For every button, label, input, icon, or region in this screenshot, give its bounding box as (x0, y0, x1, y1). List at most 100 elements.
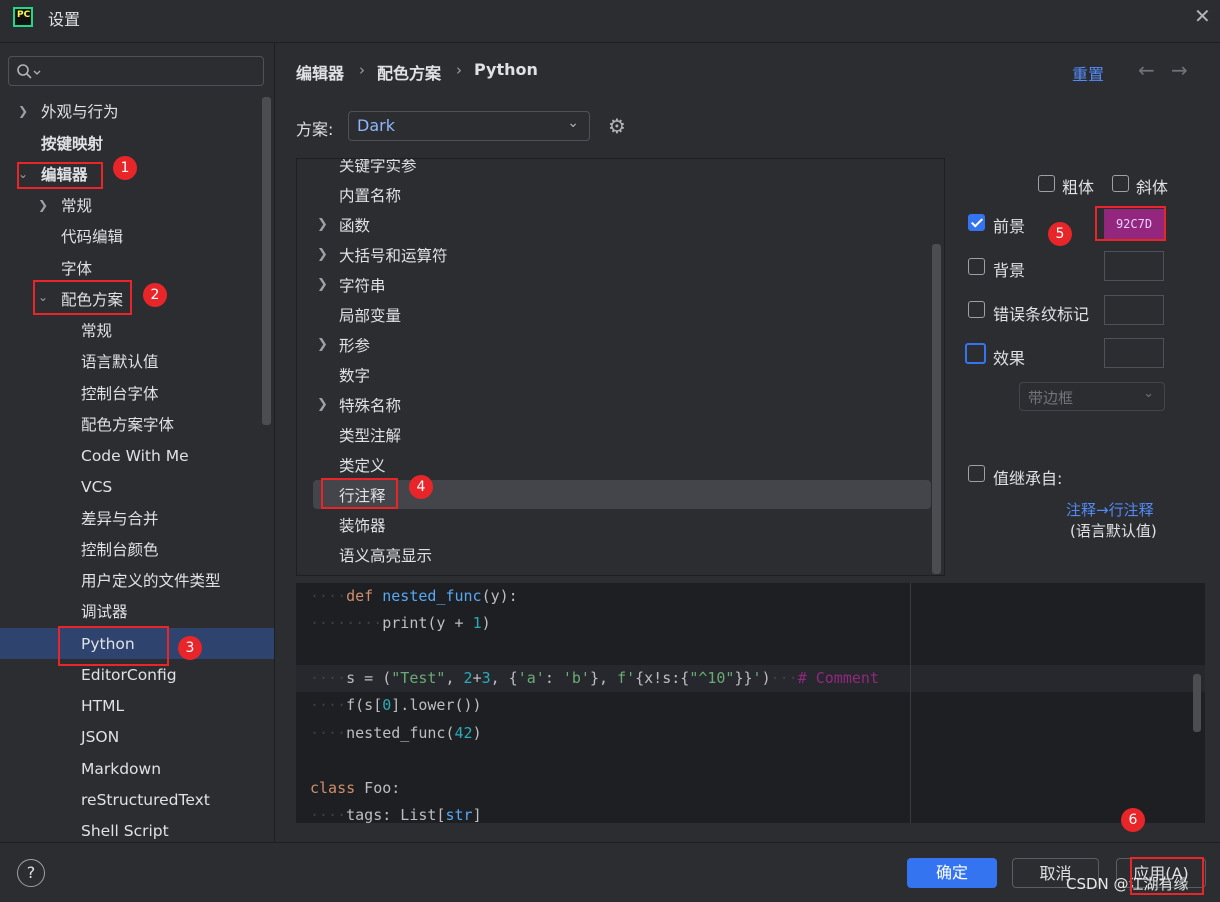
annotation-badge: 2 (143, 283, 167, 307)
annotation-box (1095, 206, 1166, 241)
sidebar-item-console-font[interactable]: 控制台字体 (81, 379, 159, 409)
divider (0, 42, 1220, 43)
effects-checkbox[interactable] (965, 343, 986, 364)
code-line: ····s = ("Test", 2+3, {'a': 'b'}, f'{x!s… (310, 669, 879, 687)
forward-arrow-icon[interactable]: → (1171, 58, 1188, 82)
annotation-badge: 3 (178, 636, 202, 660)
inherit-source-link[interactable]: 注释→行注释 (1066, 499, 1154, 520)
close-icon[interactable]: ✕ (1194, 4, 1211, 28)
scheme-label: 方案: (296, 120, 334, 139)
effects-color-swatch[interactable] (1104, 338, 1164, 368)
background-checkbox[interactable] (968, 258, 985, 275)
italic-label: 斜体 (1136, 178, 1169, 197)
tree-item-builtin-name[interactable]: 内置名称 (339, 181, 401, 211)
annotation-badge: 6 (1121, 808, 1145, 832)
code-line: ····tags: List[str] (310, 806, 482, 823)
bold-checkbox[interactable] (1038, 175, 1055, 192)
search-input[interactable] (8, 56, 264, 86)
reset-link[interactable]: 重置 (1072, 61, 1104, 85)
code-line: ····def nested_func(y): (310, 587, 518, 605)
sidebar-item-user-file-types[interactable]: 用户定义的文件类型 (81, 566, 221, 596)
breadcrumb-color-scheme[interactable]: 配色方案 (377, 60, 441, 84)
sidebar-item-scheme-font[interactable]: 配色方案字体 (81, 410, 174, 440)
sidebar-divider (274, 43, 275, 842)
gear-icon[interactable]: ⚙ (608, 114, 626, 138)
annotation-badge: 1 (113, 156, 137, 180)
tree-item-function[interactable]: 函数 (339, 211, 370, 241)
title-bar: PC 设置 ✕ (0, 0, 1220, 36)
chevron-right-icon[interactable]: ❯ (317, 397, 328, 412)
tree-item-string[interactable]: 字符串 (339, 271, 386, 301)
sidebar-item-scheme-general[interactable]: 常规 (81, 316, 112, 346)
foreground-label: 前景 (993, 217, 1026, 236)
tree-item-braces-operators[interactable]: 大括号和运算符 (339, 241, 448, 271)
sidebar-item-json[interactable]: JSON (81, 722, 119, 752)
error-stripe-checkbox[interactable] (968, 301, 985, 318)
attribute-tree: 关键字实参 内置名称 ❯ 函数 ❯ 大括号和运算符 ❯ 字符串 局部变量 ❯ 形… (296, 158, 945, 576)
ok-button[interactable]: 确定 (907, 858, 997, 888)
scheme-dropdown[interactable]: Dark ⌄ (348, 111, 590, 141)
window-title: 设置 (48, 10, 81, 29)
sidebar-item-restructuredtext[interactable]: reStructuredText (81, 785, 210, 815)
error-stripe-color-swatch[interactable] (1104, 295, 1164, 325)
scheme-value: Dark (357, 116, 395, 135)
inherit-source-note: (语言默认值) (1070, 522, 1157, 540)
sidebar-item-code-editing[interactable]: 代码编辑 (61, 222, 123, 252)
sidebar-item-language-defaults[interactable]: 语言默认值 (81, 347, 159, 377)
code-scrollbar[interactable] (1193, 674, 1201, 732)
sidebar-item-console-colors[interactable]: 控制台颜色 (81, 535, 159, 565)
code-line: ····f(s[0].lower()) (310, 696, 482, 714)
tree-item-decorator[interactable]: 装饰器 (339, 511, 386, 541)
right-margin-guide (910, 583, 911, 823)
code-line: ········print(y + 1) (310, 614, 491, 632)
effects-label: 效果 (993, 349, 1026, 368)
sidebar-item-debugger[interactable]: 调试器 (81, 597, 128, 627)
back-arrow-icon[interactable]: ← (1138, 58, 1155, 82)
tree-selection-highlight (313, 480, 931, 509)
tree-item-local-variable[interactable]: 局部变量 (339, 301, 401, 331)
sidebar-item-diff-merge[interactable]: 差异与合并 (81, 504, 159, 534)
background-label: 背景 (993, 261, 1026, 280)
tree-item-number[interactable]: 数字 (339, 361, 370, 391)
sidebar-item-code-with-me[interactable]: Code With Me (81, 441, 189, 471)
tree-item-class-definition[interactable]: 类定义 (339, 451, 386, 481)
chevron-right-icon[interactable]: ❯ (38, 198, 48, 212)
sidebar-item-html[interactable]: HTML (81, 691, 124, 721)
annotation-box (17, 162, 103, 189)
sidebar-item-keymap[interactable]: 按键映射 (41, 129, 103, 159)
pycharm-logo-icon: PC (13, 7, 33, 27)
inherit-checkbox[interactable] (968, 465, 985, 482)
sidebar-scrollbar[interactable] (262, 97, 271, 425)
tree-scrollbar[interactable] (932, 244, 941, 574)
code-line: ····nested_func(42) (310, 724, 482, 742)
tree-item-parameter[interactable]: 形参 (339, 331, 370, 361)
foreground-checkbox[interactable] (968, 214, 985, 231)
background-color-swatch[interactable] (1104, 251, 1164, 281)
code-line: class Foo: (310, 779, 401, 797)
annotation-box (58, 626, 169, 666)
search-icon (17, 64, 41, 79)
help-icon[interactable]: ? (17, 859, 45, 887)
chevron-down-icon: ⌄ (1143, 386, 1154, 401)
code-preview[interactable]: ····def nested_func(y): ········print(y … (296, 583, 1205, 823)
chevron-right-icon[interactable]: ❯ (317, 337, 328, 352)
tree-item-keyword-argument[interactable]: 关键字实参 (339, 159, 417, 181)
chevron-right-icon[interactable]: ❯ (317, 217, 328, 232)
tree-item-semantic-highlighting[interactable]: 语义高亮显示 (339, 541, 432, 571)
tree-item-type-annotation[interactable]: 类型注解 (339, 421, 401, 451)
breadcrumb-separator: › (359, 61, 365, 79)
divider (0, 842, 1220, 843)
sidebar-item-markdown[interactable]: Markdown (81, 754, 161, 784)
sidebar-item-vcs[interactable]: VCS (81, 472, 112, 502)
chevron-right-icon[interactable]: ❯ (18, 104, 28, 118)
chevron-right-icon[interactable]: ❯ (317, 247, 328, 262)
annotation-badge: 4 (409, 475, 433, 499)
sidebar-item-general[interactable]: 常规 (61, 191, 92, 221)
chevron-right-icon[interactable]: ❯ (317, 277, 328, 292)
italic-checkbox[interactable] (1112, 175, 1129, 192)
tree-item-special-name[interactable]: 特殊名称 (339, 391, 401, 421)
error-stripe-label: 错误条纹标记 (993, 305, 1090, 324)
breadcrumb-editor[interactable]: 编辑器 (296, 60, 344, 84)
effect-type-dropdown[interactable]: 带边框 ⌄ (1019, 382, 1165, 411)
sidebar-item-appearance[interactable]: 外观与行为 (41, 97, 119, 127)
